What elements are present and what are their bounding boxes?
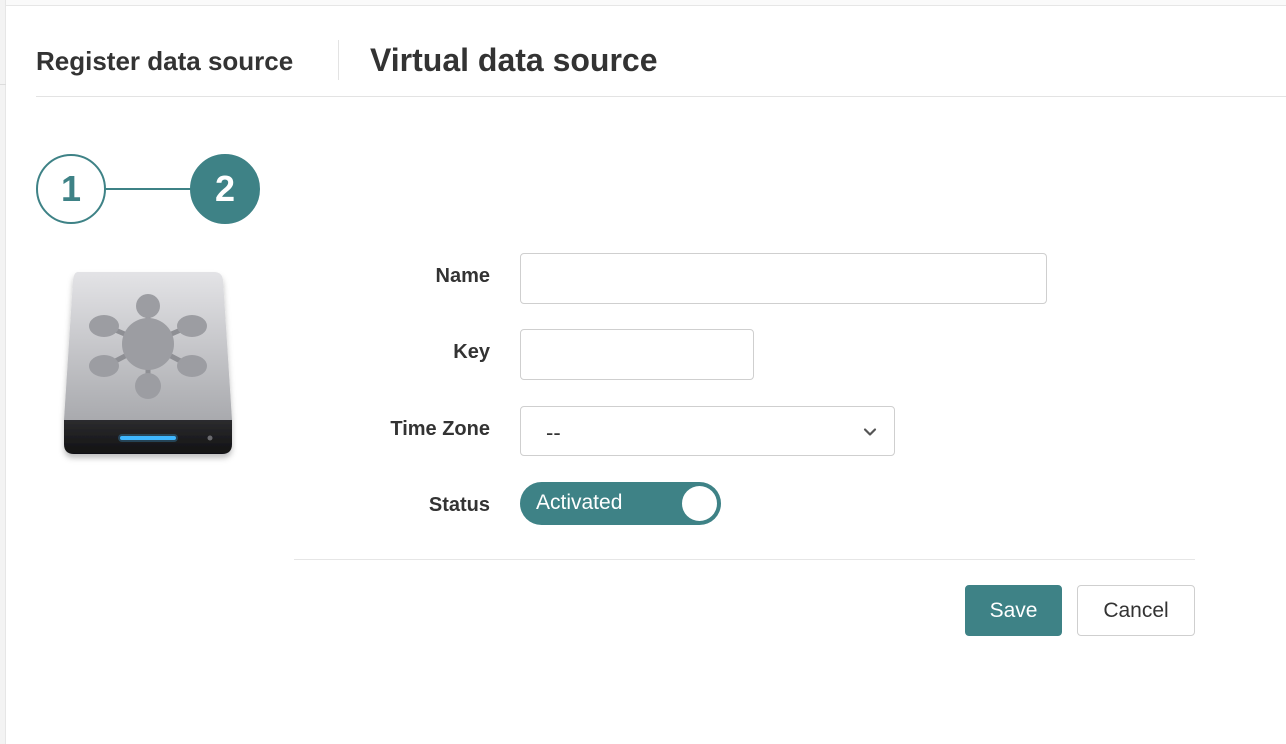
time-zone-label: Time Zone <box>390 418 490 440</box>
form-actions-divider <box>294 559 1195 560</box>
breadcrumb-register-data-source[interactable]: Register data source <box>36 46 293 77</box>
window-left-edge <box>0 0 6 744</box>
key-label: Key <box>453 341 490 363</box>
network-drive-icon <box>58 268 238 468</box>
header-separator <box>338 40 339 80</box>
network-drive-icon-graphic <box>64 272 232 454</box>
step-connector <box>104 188 192 190</box>
page-title: Virtual data source <box>370 42 658 78</box>
status-label: Status <box>428 494 490 516</box>
chevron-down-icon <box>863 428 877 436</box>
name-field[interactable] <box>520 253 1047 304</box>
window-edge-divider <box>0 84 6 85</box>
step-2-number: 2 <box>214 168 236 209</box>
status-toggle-label: Activated <box>536 491 623 514</box>
cancel-button[interactable]: Cancel <box>1077 585 1195 636</box>
step-2-indicator: 2 <box>190 154 260 224</box>
status-toggle[interactable]: Activated <box>520 482 721 525</box>
step-1-indicator[interactable]: 1 <box>36 154 106 224</box>
save-button[interactable]: Save <box>965 585 1062 636</box>
time-zone-select[interactable]: -- <box>520 406 895 456</box>
time-zone-selected-value: -- <box>546 420 561 445</box>
key-field[interactable] <box>520 329 754 380</box>
page-header: Register data source Virtual data source <box>36 40 1286 97</box>
window-top-edge <box>6 0 1286 6</box>
status-toggle-knob <box>682 486 717 521</box>
step-1-number: 1 <box>60 168 82 209</box>
name-label: Name <box>435 265 490 287</box>
